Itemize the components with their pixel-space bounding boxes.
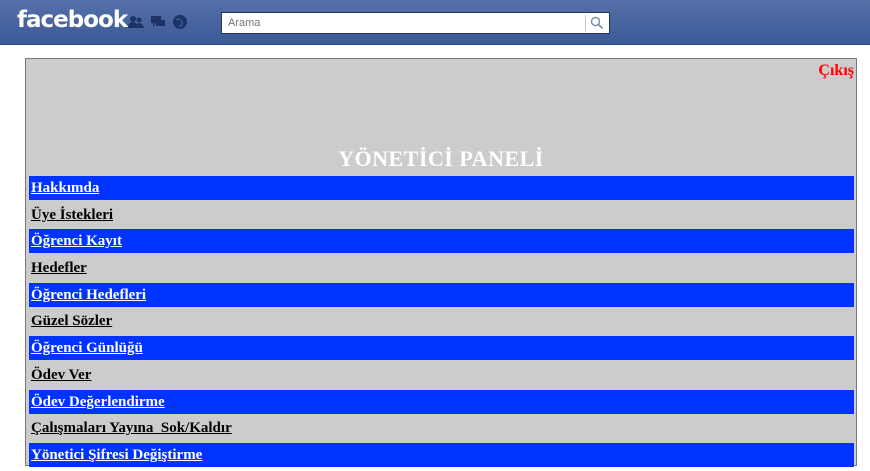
menu-link-student-diary[interactable]: Öğrenci Günlüğü bbox=[31, 340, 143, 356]
menu-row: Yönetici Şifresi Değiştirme bbox=[29, 442, 854, 467]
menu-link-publish-works[interactable]: Çalışmaları Yayına Sok/Kaldır bbox=[31, 420, 232, 436]
menu-link-member-requests[interactable]: Üye İstekleri bbox=[31, 207, 113, 223]
page-title: YÖNETİCİ PANELİ bbox=[338, 146, 544, 171]
menu-link-goals[interactable]: Hedefler bbox=[31, 260, 87, 276]
logout-link[interactable]: Çıkış bbox=[818, 62, 854, 80]
menu-row: Öğrenci Hedefleri bbox=[29, 282, 854, 307]
menu-link-assign-homework[interactable]: Ödev Ver bbox=[31, 367, 91, 383]
search-divider bbox=[585, 15, 586, 31]
messages-icon[interactable] bbox=[150, 14, 166, 30]
menu-link-change-admin-password[interactable]: Yönetici Şifresi Değiştirme bbox=[31, 447, 202, 463]
menu-row: Üye İstekleri bbox=[29, 203, 854, 227]
menu-row: Güzel Sözler bbox=[29, 309, 854, 333]
search-input[interactable] bbox=[228, 15, 578, 31]
menu-row: Ödev Ver bbox=[29, 363, 854, 387]
menu-link-homework-evaluation[interactable]: Ödev Değerlendirme bbox=[31, 394, 165, 410]
admin-menu: Hakkımda Üye İstekleri Öğrenci Kayıt Hed… bbox=[29, 176, 854, 470]
admin-panel: Çıkış YÖNETİCİ PANELİ Hakkımda Üye İstek… bbox=[25, 58, 857, 467]
friend-requests-icon[interactable] bbox=[128, 14, 144, 30]
menu-link-student-goals[interactable]: Öğrenci Hedefleri bbox=[31, 287, 146, 303]
menu-link-about[interactable]: Hakkımda bbox=[31, 180, 99, 196]
facebook-logo[interactable]: facebook bbox=[17, 7, 128, 33]
menu-link-student-registration[interactable]: Öğrenci Kayıt bbox=[31, 233, 122, 249]
facebook-top-bar: facebook bbox=[0, 0, 870, 45]
menu-row: Çalışmaları Yayına Sok/Kaldır bbox=[29, 416, 854, 440]
notification-icons bbox=[128, 14, 188, 30]
menu-row: Ödev Değerlendirme bbox=[29, 389, 854, 414]
menu-row: Hedefler bbox=[29, 256, 854, 280]
search-box bbox=[221, 12, 610, 34]
menu-row: Öğrenci Kayıt bbox=[29, 229, 854, 254]
search-icon[interactable] bbox=[590, 16, 604, 30]
notifications-icon[interactable] bbox=[172, 14, 188, 30]
menu-row: Hakkımda bbox=[29, 176, 854, 200]
menu-link-quotes[interactable]: Güzel Sözler bbox=[31, 313, 112, 329]
menu-row: Öğrenci Günlüğü bbox=[29, 336, 854, 361]
